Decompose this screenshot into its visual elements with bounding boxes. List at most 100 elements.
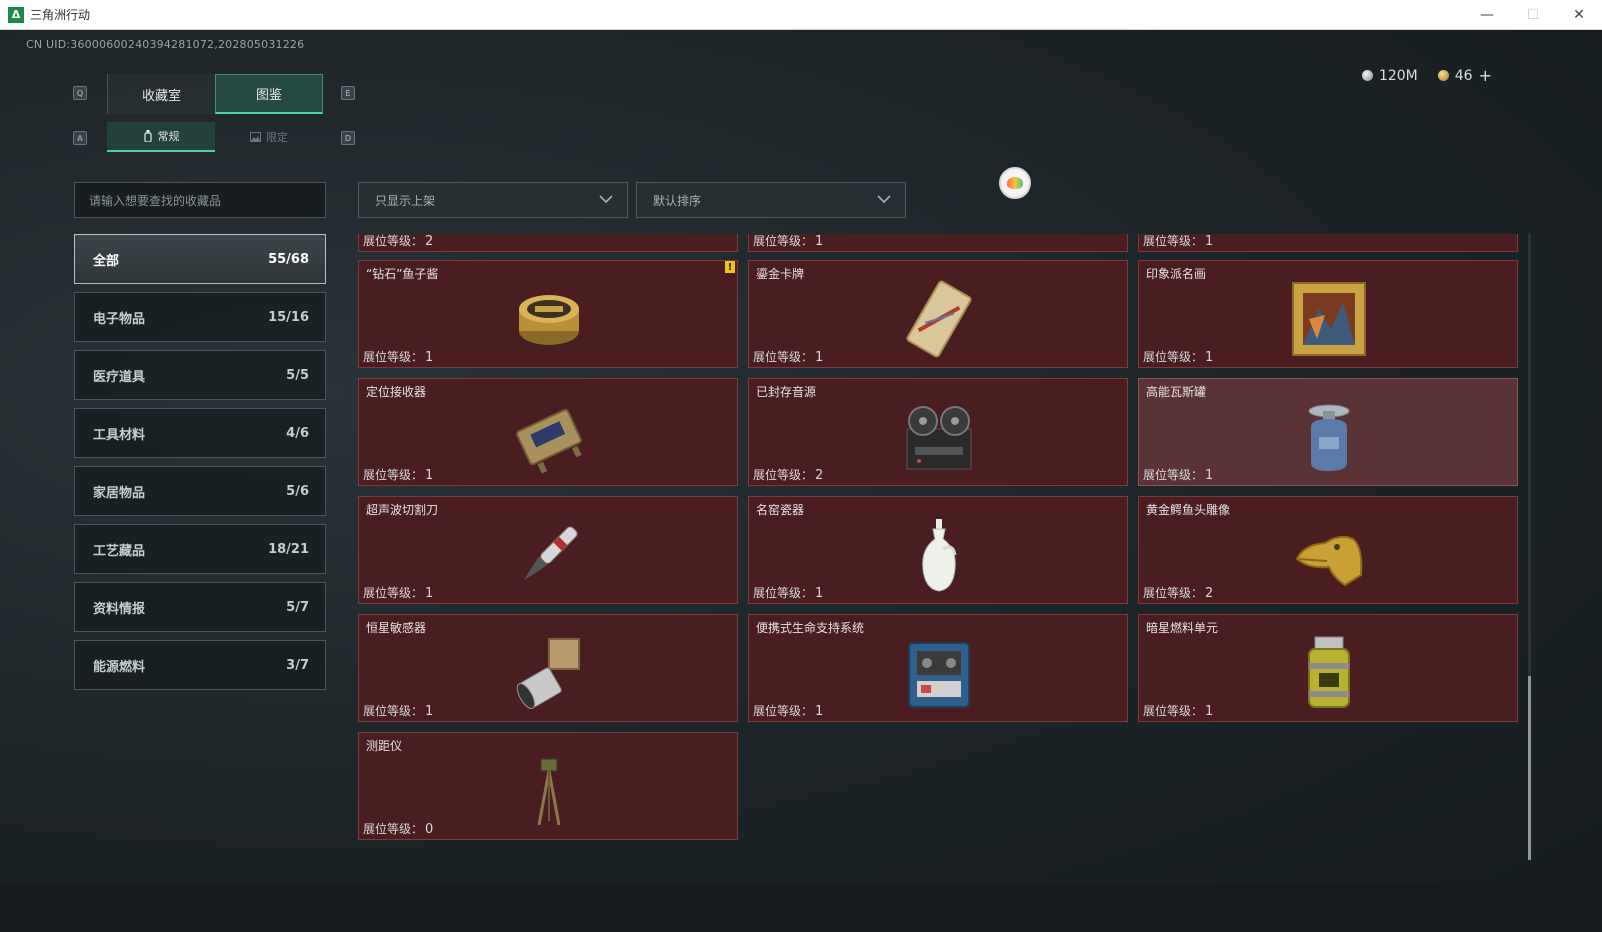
category-medical[interactable]: 医疗道具 5/5 [74, 350, 326, 400]
sort-value: 默认排序 [653, 193, 702, 208]
silver-coin-icon [1361, 70, 1373, 81]
gold-amount: 46 [1454, 67, 1473, 84]
close-button[interactable]: ✕ [1556, 0, 1602, 30]
item-name: 鎏金卡牌 [756, 267, 805, 281]
collection-card-partial[interactable]: 展位等级： 1 [1138, 234, 1518, 252]
collection-card[interactable]: 已封存音源 展位等级： 2 [748, 378, 1128, 486]
grid-scrollbar-thumb[interactable] [1528, 676, 1531, 860]
level-label: 展位等级： [363, 234, 424, 248]
silver-currency: 120M [1361, 67, 1418, 84]
display-level: 展位等级： 1 [1143, 702, 1213, 719]
game-viewport: CN UID:3600060024039428107​2,20280503122… [0, 30, 1602, 932]
display-level: 展位等级： 2 [753, 466, 823, 483]
level-value: 1 [425, 704, 434, 719]
window-titlebar: Δ 三角洲行动 — ☐ ✕ [0, 0, 1602, 30]
level-label: 展位等级： [1143, 234, 1204, 248]
level-label: 展位等级： [363, 468, 424, 482]
category-electronics[interactable]: 电子物品 15/16 [74, 292, 326, 342]
key-hint-q: Q [73, 86, 87, 100]
display-level: 展位等级： 1 [1143, 466, 1213, 483]
collection-card[interactable]: “钻石”鱼子酱 ! 展位等级： 1 [358, 260, 738, 368]
level-value: 1 [425, 350, 434, 365]
tab-codex[interactable]: 图鉴 [215, 74, 323, 114]
silver-amount: 120M [1378, 67, 1418, 84]
display-level: 展位等级： 0 [363, 820, 433, 837]
item-name: 超声波切割刀 [366, 503, 439, 517]
key-hint-d: D [341, 131, 355, 145]
category-label: 工艺藏品 [93, 543, 146, 559]
display-level: 展位等级： 1 [1143, 234, 1213, 249]
tab-collection-room[interactable]: 收藏室 [107, 74, 215, 114]
ultrasonic-cutter-icon [523, 526, 578, 581]
category-label: 全部 [93, 253, 120, 269]
category-all[interactable]: 全部 55/68 [74, 234, 326, 284]
collection-card[interactable]: 超声波切割刀 展位等级： 1 [358, 496, 738, 604]
esc-key-hint: Esc [83, 902, 105, 916]
level-label: 展位等级： [753, 234, 814, 248]
chevron-down-icon [599, 195, 613, 204]
bottle-icon [143, 130, 152, 142]
collection-card[interactable]: 暗星燃料单元 展位等级： 1 [1138, 614, 1518, 722]
display-level: 展位等级： 2 [1143, 584, 1213, 601]
collection-card[interactable]: 恒星敏感器 展位等级： 1 [358, 614, 738, 722]
tab-limited-label: 限定 [266, 131, 288, 144]
category-label: 家居物品 [93, 485, 146, 501]
search-input[interactable]: 请输入想要查找的收藏品 [74, 182, 326, 218]
level-value: 1 [425, 468, 434, 483]
level-value: 1 [425, 586, 434, 601]
fuel-cell-icon [1308, 636, 1350, 708]
collection-card[interactable]: 测距仪 展位等级： 0 [358, 732, 738, 840]
collection-card[interactable]: 高能瓦斯罐 展位等级： 1 [1138, 378, 1518, 486]
app-logo-icon: Δ [8, 6, 24, 23]
display-level: 展位等级： 1 [753, 702, 823, 719]
tab-regular[interactable]: 常规 [107, 122, 215, 152]
level-label: 展位等级： [1143, 704, 1204, 718]
collection-card[interactable]: 黄金鳄鱼头雕像 展位等级： 2 [1138, 496, 1518, 604]
level-value: 1 [1205, 350, 1214, 365]
life-support-icon [908, 642, 970, 708]
category-intel[interactable]: 资料情报 5/7 [74, 582, 326, 632]
item-name: 定位接收器 [366, 385, 427, 399]
display-level: 展位等级： 2 [363, 234, 433, 249]
tab-limited[interactable]: 限定 [215, 122, 323, 152]
category-label: 医疗道具 [93, 369, 146, 385]
gas-canister-icon [1308, 404, 1350, 471]
back-label: 返回 [110, 905, 131, 917]
item-name: 测距仪 [366, 739, 403, 753]
collection-card[interactable]: 便携式生命支持系统 展位等级： 1 [748, 614, 1128, 722]
category-count: 15/16 [268, 309, 309, 325]
reel-recorder-icon [906, 406, 972, 470]
collection-card[interactable]: 定位接收器 展位等级： 1 [358, 378, 738, 486]
chevron-down-icon [877, 195, 891, 204]
sub-tabs: 常规 限定 [107, 122, 323, 152]
sort-dropdown[interactable]: 默认排序 [636, 182, 906, 218]
collection-card-partial[interactable]: 展位等级： 1 [748, 234, 1128, 252]
image-icon [250, 132, 261, 142]
category-label: 工具材料 [93, 427, 146, 443]
category-tools[interactable]: 工具材料 4/6 [74, 408, 326, 458]
display-level: 展位等级： 1 [753, 584, 823, 601]
category-household[interactable]: 家居物品 5/6 [74, 466, 326, 516]
maximize-button[interactable]: ☐ [1510, 0, 1556, 30]
event-badge-icon[interactable] [999, 167, 1031, 199]
collection-card-partial[interactable]: 展位等级： 2 [358, 234, 738, 252]
category-crafts[interactable]: 工艺藏品 18/21 [74, 524, 326, 574]
collection-card[interactable]: 名窑瓷器 展位等级： 1 [748, 496, 1128, 604]
category-list: 全部 55/68 电子物品 15/16 医疗道具 5/5 工具材料 4/6 家居物品 5/… [74, 234, 326, 698]
key-hint-a: A [73, 131, 87, 145]
badge-emblem [1007, 177, 1023, 189]
collection-card[interactable]: 鎏金卡牌 展位等级： 1 [748, 260, 1128, 368]
minimize-button[interactable]: — [1464, 0, 1510, 30]
collection-card[interactable]: 印象派名画 展位等级： 1 [1138, 260, 1518, 368]
gps-receiver-icon [516, 408, 582, 474]
category-energy[interactable]: 能源燃料 3/7 [74, 640, 326, 690]
display-level: 展位等级： 1 [363, 466, 433, 483]
add-currency-button[interactable]: + [1479, 66, 1492, 85]
level-value: 2 [425, 234, 434, 249]
shelf-filter-dropdown[interactable]: 只显示上架 [358, 182, 628, 218]
level-value: 1 [815, 704, 824, 719]
level-value: 1 [815, 234, 824, 249]
display-level: 展位等级： 1 [363, 348, 433, 365]
level-value: 2 [1205, 586, 1214, 601]
back-button[interactable]: Esc 返回 [74, 894, 142, 924]
